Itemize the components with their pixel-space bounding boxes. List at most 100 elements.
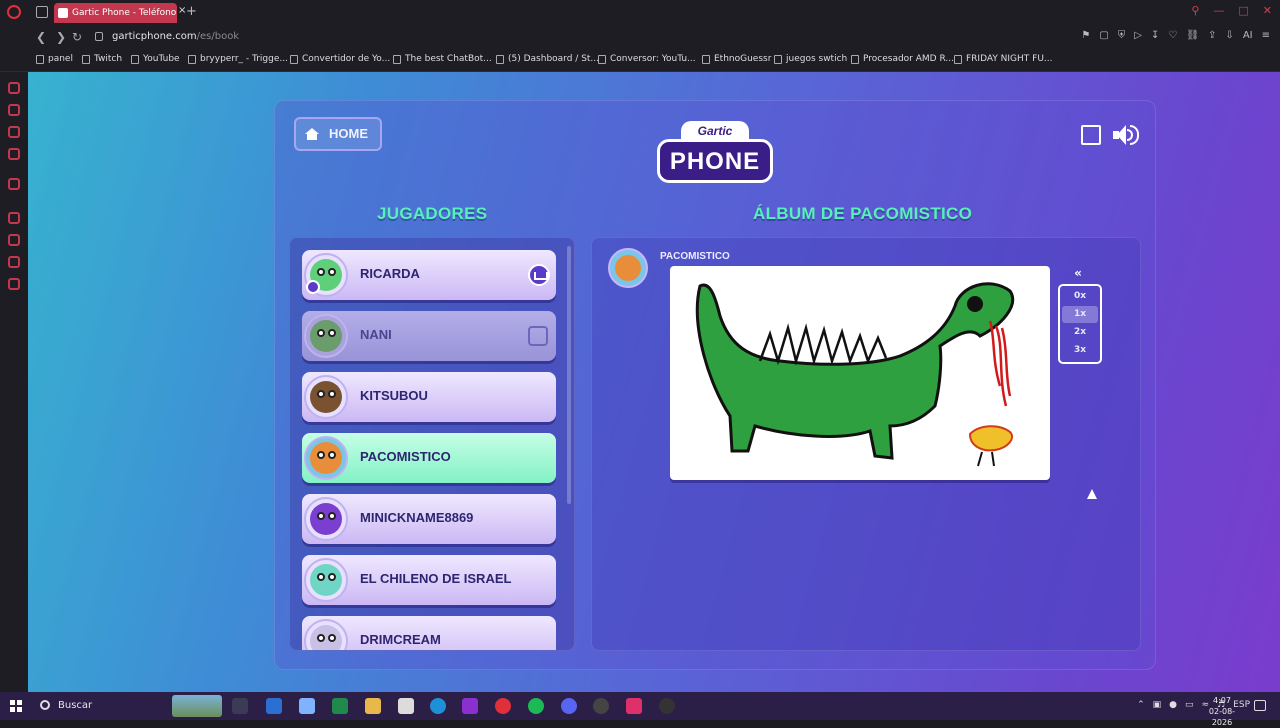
downloads-icon[interactable]: ⇩ bbox=[1225, 30, 1233, 41]
page-icon bbox=[702, 55, 710, 64]
search-icon[interactable] bbox=[40, 700, 50, 710]
tab-switcher-icon[interactable] bbox=[36, 6, 48, 18]
edge-icon[interactable] bbox=[430, 698, 446, 714]
copilot-icon[interactable] bbox=[299, 698, 315, 714]
mouse-cursor-icon bbox=[1087, 489, 1097, 499]
bookmark-item[interactable]: (5) Dashboard / St... bbox=[496, 54, 599, 64]
player-card[interactable]: NANI bbox=[302, 311, 556, 361]
whatsapp-icon[interactable] bbox=[8, 126, 20, 138]
twitch-icon[interactable] bbox=[8, 178, 20, 190]
page-icon bbox=[290, 55, 298, 64]
rewind-icon[interactable]: « bbox=[1066, 266, 1090, 280]
download-icon[interactable]: ↧ bbox=[1151, 30, 1159, 41]
reload-icon[interactable]: ↻ bbox=[72, 30, 82, 44]
speed-option-selected[interactable]: 1x bbox=[1062, 306, 1098, 323]
settings-icon[interactable] bbox=[8, 278, 20, 290]
page-icon bbox=[851, 55, 859, 64]
gmail-icon[interactable] bbox=[8, 148, 20, 160]
search-highlight-image[interactable] bbox=[172, 695, 222, 717]
bookmark-item[interactable]: Procesador AMD R... bbox=[851, 54, 954, 64]
speed-option[interactable]: 2x bbox=[1062, 324, 1098, 341]
bookmark-item[interactable]: FRIDAY NIGHT FU... bbox=[954, 54, 1053, 64]
bookmark-icon[interactable]: ⚑ bbox=[1081, 30, 1090, 41]
history-icon[interactable] bbox=[8, 234, 20, 246]
task-view-icon[interactable] bbox=[232, 698, 248, 714]
fullscreen-icon[interactable] bbox=[1081, 125, 1101, 145]
media-player-icon[interactable] bbox=[659, 698, 675, 714]
players-title: JUGADORES bbox=[377, 204, 488, 223]
speed-option[interactable]: 0x bbox=[1062, 288, 1098, 305]
notifications-icon[interactable] bbox=[1254, 700, 1266, 711]
windows-start-icon[interactable] bbox=[10, 700, 22, 712]
url-field[interactable]: garticphone.com/es/book bbox=[112, 31, 239, 42]
discord-icon[interactable] bbox=[561, 698, 577, 714]
player-card[interactable]: RICARDA bbox=[302, 250, 556, 300]
excel-icon[interactable] bbox=[332, 698, 348, 714]
shield-icon[interactable]: ⛨ bbox=[1118, 30, 1126, 41]
spotify-icon[interactable] bbox=[528, 698, 544, 714]
search-tabs-icon[interactable]: ⚲ bbox=[1191, 4, 1199, 17]
bookmark-item[interactable]: Convertidor de Yo... bbox=[290, 54, 390, 64]
players-scrollbar[interactable] bbox=[567, 246, 571, 504]
mic-icon[interactable]: ● bbox=[1169, 700, 1177, 710]
bookmark-label: EthnoGuessr bbox=[714, 54, 772, 64]
opera-logo-icon[interactable] bbox=[7, 5, 21, 19]
messenger-icon[interactable] bbox=[8, 82, 20, 94]
bookmark-item[interactable]: YouTube bbox=[131, 54, 180, 64]
player-card[interactable]: MINICKNAME8869 bbox=[302, 494, 556, 544]
taskbar-search[interactable]: Buscar bbox=[58, 700, 92, 711]
page-icon bbox=[36, 55, 44, 64]
close-window-icon[interactable]: ✕ bbox=[1263, 4, 1272, 17]
browser-tab-bar: Gartic Phone - Teléfono De × + ⚲ — □ ✕ bbox=[0, 0, 1280, 26]
menu-icon[interactable]: ≡ bbox=[1262, 30, 1270, 41]
clock[interactable]: 4:07 02-08-2026 bbox=[1200, 695, 1244, 728]
extensions-icon[interactable]: ⛓ bbox=[1186, 30, 1199, 41]
bookmark-item[interactable]: Twitch bbox=[82, 54, 122, 64]
bookmark-label: FRIDAY NIGHT FU... bbox=[966, 54, 1053, 64]
bookmark-item[interactable]: juegos swtich bbox=[774, 54, 847, 64]
back-icon[interactable]: ❮ bbox=[36, 30, 46, 44]
bookmark-item[interactable]: Conversor: YouTu... bbox=[598, 54, 696, 64]
heart-icon[interactable]: ♡ bbox=[1168, 30, 1177, 41]
page-icon bbox=[82, 55, 90, 64]
player-name: NANI bbox=[360, 327, 392, 342]
bookmark-item[interactable]: The best ChatBot... bbox=[393, 54, 492, 64]
store-icon[interactable] bbox=[398, 698, 414, 714]
play-icon[interactable]: ▷ bbox=[1134, 30, 1142, 41]
share-icon[interactable]: ⇪ bbox=[1208, 30, 1216, 41]
file-explorer-icon[interactable] bbox=[365, 698, 381, 714]
camera-icon[interactable]: ▣ bbox=[1153, 700, 1162, 710]
bookmark-item[interactable]: panel bbox=[36, 54, 73, 64]
chevron-up-icon[interactable]: ⌃ bbox=[1137, 700, 1145, 710]
snapshot-icon[interactable]: ▢ bbox=[1099, 30, 1108, 41]
bookmark-label: Twitch bbox=[94, 54, 123, 64]
lock-icon[interactable] bbox=[95, 32, 103, 41]
album-author-name: PACOMISTICO bbox=[660, 251, 730, 262]
browser-tab-active[interactable]: Gartic Phone - Teléfono De bbox=[54, 3, 177, 23]
battery-icon[interactable]: ▭ bbox=[1185, 700, 1194, 710]
app-icon[interactable] bbox=[266, 698, 282, 714]
opera-gx-icon[interactable] bbox=[462, 698, 478, 714]
exit-icon bbox=[528, 326, 548, 346]
players-list[interactable]: RICARDA NANI KITSUBOU PACOMISTICO MINICK… bbox=[289, 237, 575, 651]
tiktok-icon[interactable] bbox=[626, 698, 642, 714]
player-icon[interactable] bbox=[8, 212, 20, 224]
player-card-active[interactable]: PACOMISTICO bbox=[302, 433, 556, 483]
bookmark-item[interactable]: EthnoGuessr bbox=[702, 54, 771, 64]
forward-icon[interactable]: ❯ bbox=[56, 30, 66, 44]
app-icon[interactable] bbox=[593, 698, 609, 714]
bookmark-item[interactable]: bryyperr_ - Trigge... bbox=[188, 54, 288, 64]
minimize-icon[interactable]: — bbox=[1213, 4, 1224, 17]
player-card[interactable]: DRIMCREAM bbox=[302, 616, 556, 650]
player-card[interactable]: EL CHILENO DE ISRAEL bbox=[302, 555, 556, 605]
maximize-icon[interactable]: □ bbox=[1238, 4, 1248, 17]
speed-option[interactable]: 3x bbox=[1062, 342, 1098, 359]
volume-icon[interactable] bbox=[1113, 125, 1141, 145]
instagram-icon[interactable] bbox=[8, 104, 20, 116]
opera-icon[interactable] bbox=[495, 698, 511, 714]
extensions-icon[interactable] bbox=[8, 256, 20, 268]
new-tab-button[interactable]: + bbox=[186, 4, 197, 19]
ai-button[interactable]: AI bbox=[1243, 30, 1253, 41]
home-button[interactable]: HOME bbox=[294, 117, 382, 151]
player-card[interactable]: KITSUBOU bbox=[302, 372, 556, 422]
